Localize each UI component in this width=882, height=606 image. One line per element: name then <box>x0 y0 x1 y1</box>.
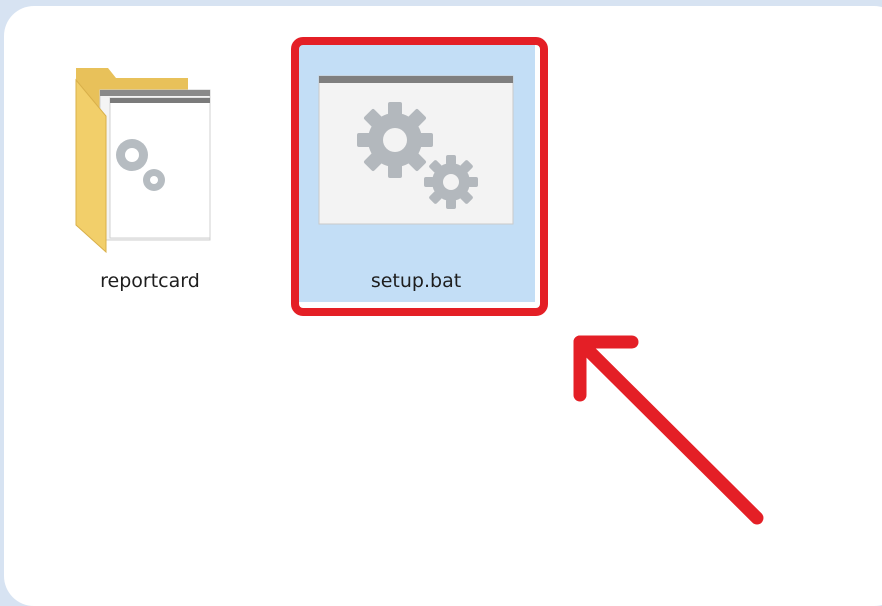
pointer-arrow-icon <box>573 335 764 525</box>
